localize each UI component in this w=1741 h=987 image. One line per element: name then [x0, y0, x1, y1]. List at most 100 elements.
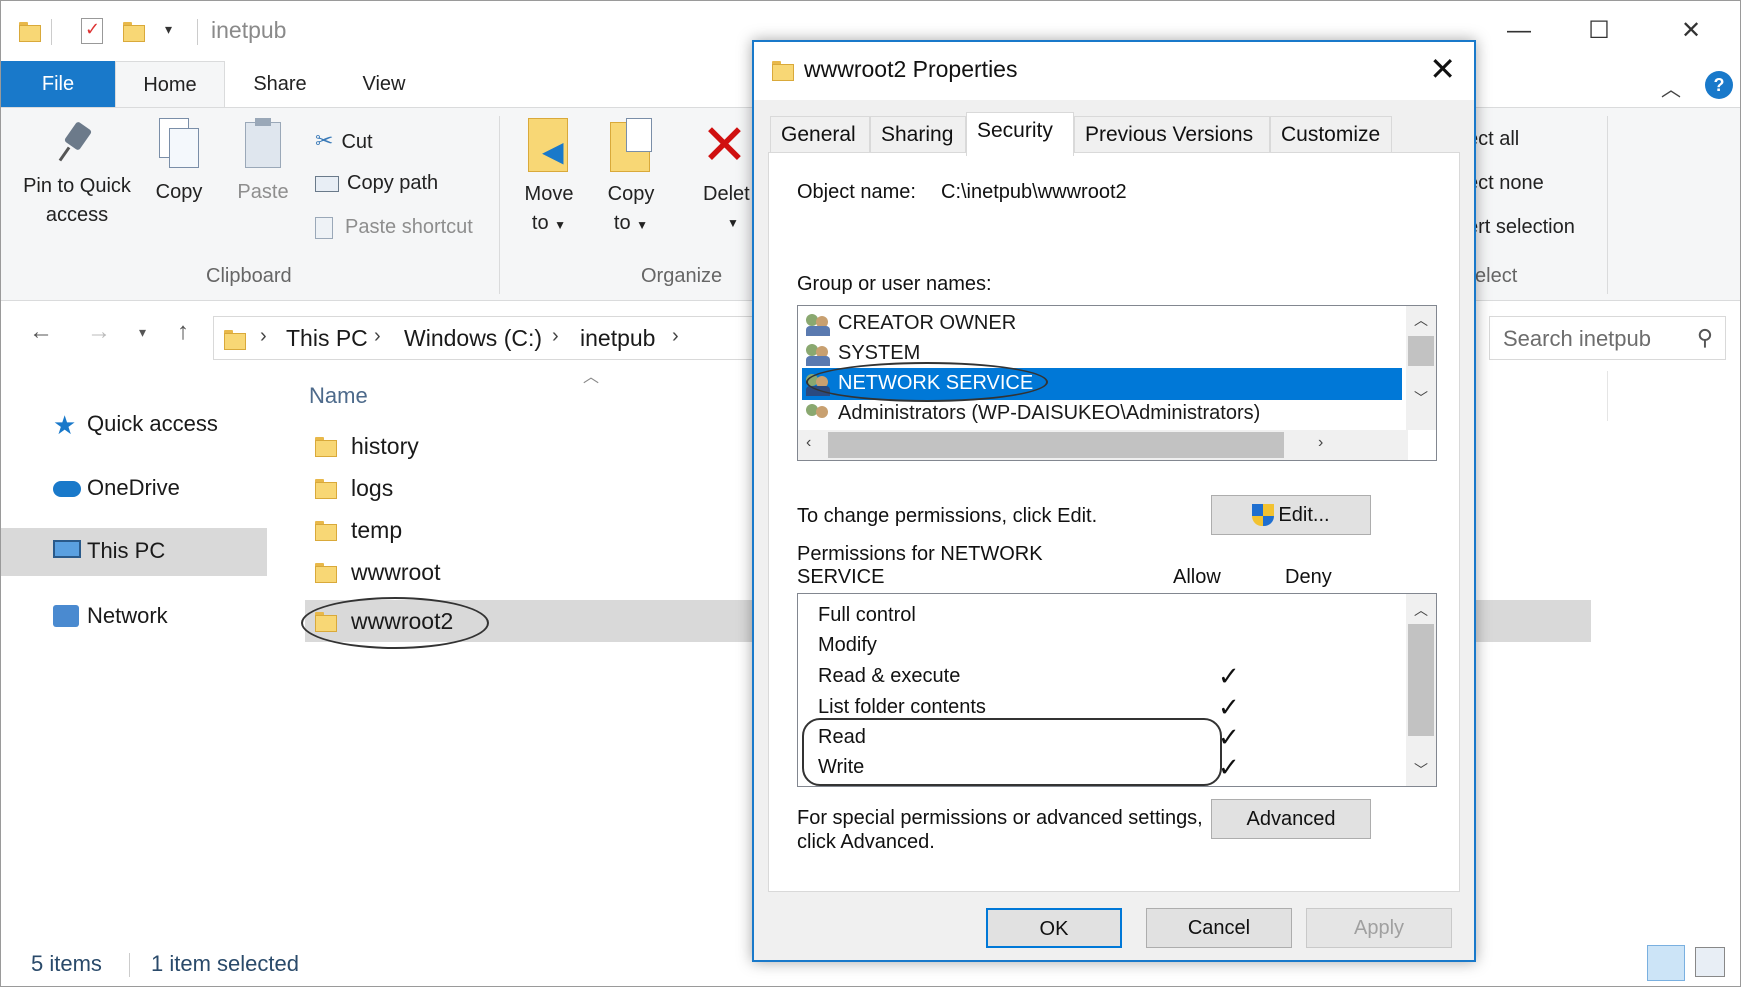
scroll-thumb[interactable]	[828, 432, 1284, 458]
breadcrumb[interactable]: › This PC › Windows (C:) › inetpub ›	[213, 316, 753, 360]
permissions-scrollbar[interactable]: ︿ ﹀	[1406, 594, 1436, 786]
nav-onedrive[interactable]: OneDrive	[1, 465, 267, 513]
allow-checkmark-icon: ✓	[1218, 692, 1240, 722]
file-name: history	[351, 433, 419, 459]
copy-path-label: Copy path	[347, 172, 439, 194]
dialog-close-button[interactable]: ✕	[1429, 50, 1456, 88]
tab-file[interactable]: File	[1, 61, 115, 107]
allow-checkmark-icon: ✓	[1218, 661, 1240, 691]
list-item[interactable]: Administrators (WP-DAISUKEO\Administrato…	[802, 398, 1402, 430]
back-arrow-icon[interactable]: ←	[29, 318, 53, 346]
move-to-button[interactable]: ◀ Move to ▼	[513, 118, 585, 240]
crumb-this-pc[interactable]: This PC	[286, 325, 368, 352]
nav-this-pc[interactable]: This PC	[1, 528, 267, 576]
details-view-icon[interactable]	[1647, 945, 1685, 981]
nav-label: OneDrive	[87, 475, 180, 500]
tab-customize[interactable]: Customize	[1270, 116, 1392, 154]
tab-view[interactable]: View	[341, 61, 427, 107]
copy-path-button[interactable]: Copy path	[315, 172, 438, 195]
list-item[interactable]: CREATOR OWNER	[802, 308, 1402, 340]
object-name-value: C:\inetpub\wwwroot2	[941, 181, 1127, 203]
folder-icon	[315, 518, 337, 541]
delete-button[interactable]: ✕ Delet ▼	[691, 118, 753, 238]
large-icons-view-icon[interactable]	[1695, 947, 1725, 977]
scroll-left-icon[interactable]: ‹	[806, 434, 811, 452]
scroll-down-icon[interactable]: ﹀	[1406, 388, 1436, 408]
permission-name: Read & execute	[818, 665, 961, 687]
ok-button[interactable]: OK	[986, 908, 1122, 948]
crumb-inetpub[interactable]: inetpub	[580, 325, 655, 352]
group-or-user-names-label: Group or user names:	[797, 273, 992, 295]
organize-group-label: Organize	[641, 265, 723, 287]
maximize-button[interactable]: ☐	[1569, 11, 1629, 51]
allow-column-header: Allow	[1173, 566, 1221, 588]
computer-icon	[53, 540, 81, 558]
special-permissions-text-line1: For special permissions or advanced sett…	[797, 807, 1203, 829]
properties-dialog: wwwroot2 Properties ✕ General Sharing Se…	[752, 40, 1476, 962]
copy-to-label-line1: Copy	[607, 183, 655, 205]
copy-to-button[interactable]: Copy to ▼	[595, 118, 667, 240]
collapse-ribbon-icon[interactable]: ︿	[1661, 73, 1681, 102]
tab-sharing[interactable]: Sharing	[870, 116, 966, 154]
window-title: inetpub	[211, 17, 287, 43]
scroll-up-icon[interactable]: ︿	[1406, 600, 1436, 620]
file-name: temp	[351, 517, 403, 543]
select-none-button[interactable]: ect none	[1467, 172, 1544, 195]
scroll-down-icon[interactable]: ﹀	[1406, 760, 1436, 780]
paste-shortcut-icon	[315, 216, 333, 239]
users-list[interactable]: CREATOR OWNER SYSTEM NETWORK SERVICE Adm…	[797, 305, 1437, 461]
permission-name: Full control	[818, 604, 916, 626]
scroll-thumb[interactable]	[1408, 624, 1434, 736]
tab-share[interactable]: Share	[235, 61, 325, 107]
properties-icon[interactable]: ✓	[81, 18, 103, 44]
security-panel: Object name: C:\inetpub\wwwroot2 Group o…	[768, 152, 1460, 892]
edit-button-label: Edit...	[1278, 504, 1330, 526]
dropdown-arrow-icon: ▼	[636, 218, 649, 232]
customize-qat-icon[interactable]: ▾	[165, 21, 172, 49]
help-icon[interactable]: ?	[1705, 71, 1733, 99]
new-folder-icon[interactable]	[123, 19, 145, 47]
folder-icon	[315, 434, 337, 457]
advanced-button[interactable]: Advanced	[1211, 799, 1371, 839]
tab-general[interactable]: General	[770, 116, 870, 154]
crumb-windows-c[interactable]: Windows (C:)	[404, 325, 542, 352]
scroll-up-icon[interactable]: ︿	[1406, 310, 1436, 330]
paste-shortcut-button[interactable]: Paste shortcut	[315, 216, 473, 239]
tab-home[interactable]: Home	[115, 61, 225, 107]
search-input[interactable]: Search inetpub ⚲	[1489, 316, 1726, 360]
scroll-thumb[interactable]	[1408, 336, 1434, 366]
users-scrollbar[interactable]: ︿ ﹀	[1406, 306, 1436, 430]
tab-security[interactable]: Security	[966, 112, 1074, 156]
recent-locations-chevron-icon[interactable]: ▾	[139, 324, 146, 341]
object-name-label: Object name:	[797, 181, 916, 203]
paste-button[interactable]: Paste	[229, 118, 297, 207]
forward-arrow-icon[interactable]: →	[87, 318, 111, 346]
search-icon[interactable]: ⚲	[1697, 325, 1713, 351]
folder-icon	[315, 560, 337, 583]
sort-arrow-icon: ︿	[583, 369, 600, 386]
chevron-right-icon: ›	[552, 325, 559, 347]
cancel-button[interactable]: Cancel	[1146, 908, 1292, 948]
column-header-name[interactable]: Name	[309, 383, 368, 409]
pin-to-quick-access-button[interactable]: Pin to Quick access	[13, 118, 141, 230]
users-icon	[806, 312, 832, 336]
close-button[interactable]: ✕	[1661, 11, 1721, 51]
copy-button[interactable]: Copy	[145, 118, 213, 207]
up-arrow-icon[interactable]: ↑	[177, 318, 189, 346]
nav-label: This PC	[87, 538, 166, 563]
nav-network[interactable]: Network	[1, 593, 267, 641]
copy-label: Copy	[155, 181, 203, 203]
apply-button[interactable]: Apply	[1306, 908, 1452, 948]
select-group-label: elect	[1475, 265, 1518, 287]
folder-icon	[772, 58, 794, 81]
invert-selection-button[interactable]: ert selection	[1467, 216, 1575, 239]
nav-quick-access[interactable]: ★ Quick access	[1, 401, 267, 449]
scroll-right-icon[interactable]: ›	[1318, 434, 1323, 452]
minimize-button[interactable]: —	[1489, 11, 1549, 51]
users-hscrollbar[interactable]: ‹ ›	[798, 430, 1408, 460]
edit-button[interactable]: Edit...	[1211, 495, 1371, 535]
tab-previous-versions[interactable]: Previous Versions	[1074, 116, 1270, 154]
users-icon	[806, 402, 832, 426]
cut-button[interactable]: ✂ Cut	[315, 128, 373, 154]
move-label-line1: Move	[524, 183, 574, 205]
